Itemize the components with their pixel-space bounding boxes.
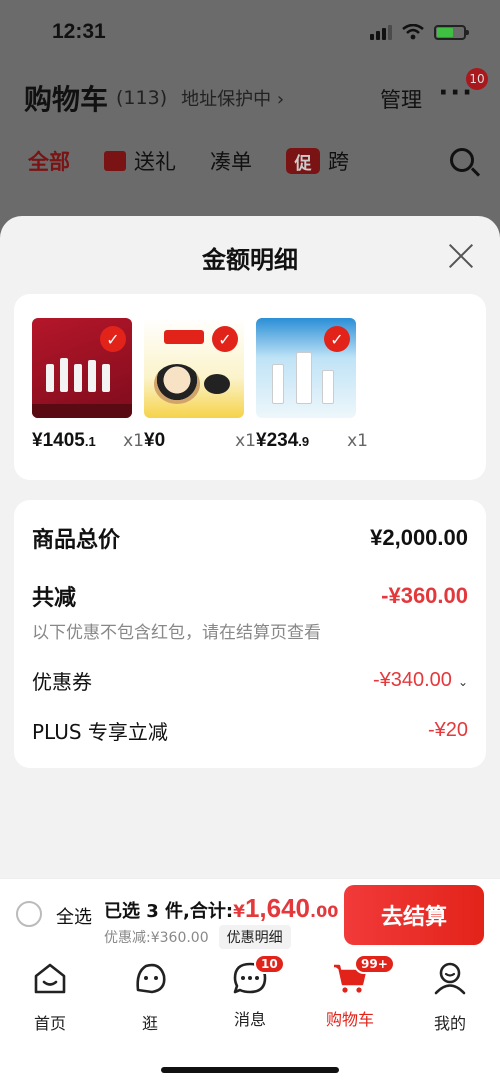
discount-text: 优惠减:¥360.00 [104,930,209,946]
bottom-tab-bar: 首页 逛 10 消息 99+ 购物车 我的 [0,950,500,1083]
wifi-icon [402,24,424,40]
total-reduce-label: 共减 [32,586,77,611]
total-reduce-row: 共减 -¥360.00 [32,580,468,612]
selected-check-icon: ✓ [324,326,350,352]
checkout-bar: 全选 已选 3 件,合计: ¥ 1,640 .00 优惠减:¥360.00 优惠… [0,878,500,950]
total-amount: 1,640 [244,893,311,923]
goods-total-row: 商品总价 ¥2,000.00 [32,522,468,554]
messages-badge: 10 [254,954,285,974]
tab-bundle[interactable]: 凑单 [210,146,252,176]
cart-filter-tabs: 全部 送礼 凑单 促 跨 [0,138,500,184]
select-all-label[interactable]: 全选 [56,903,92,929]
select-all-radio[interactable] [16,901,42,927]
coupon-row[interactable]: 优惠券 -¥340.00 ⌄ [32,666,468,695]
cart-header: 购物车 (113) 地址保护中 › 管理 ··· 10 [0,68,500,126]
status-time: 12:31 [52,20,106,43]
goods-total-value: ¥2,000.00 [370,525,468,550]
price-summary-card: 商品总价 ¥2,000.00 共减 -¥360.00 以下优惠不包含红包，请在结… [14,500,486,768]
total-reduce-value: -¥360.00 [381,583,468,608]
tabbar-messages-label: 消息 [233,1010,266,1029]
tabbar-stroll-label: 逛 [141,1014,158,1033]
product-thumbnail: ✓ [32,318,132,418]
chevron-down-icon[interactable]: ⌄ [458,675,468,689]
tabbar-home-label: 首页 [33,1014,66,1033]
tabbar-profile[interactable]: 我的 [405,960,495,1034]
plus-reduce-value: -¥20 [427,719,468,741]
gift-icon [104,151,126,171]
tabbar-messages[interactable]: 10 消息 [205,954,295,1030]
cart-count: (113) [116,87,168,109]
product-thumbnail: ✓ [256,318,356,418]
tabbar-stroll[interactable]: 逛 [105,960,195,1034]
tab-promo[interactable]: 促 跨 [286,146,349,176]
total-currency: ¥ [233,902,245,922]
manage-button[interactable]: 管理 [380,84,422,114]
tabbar-cart-label: 购物车 [325,1010,374,1029]
discount-detail-button[interactable]: 优惠明细 [218,925,291,949]
product-price: ¥1405.1 [32,430,96,451]
tabbar-profile-label: 我的 [433,1014,466,1033]
product-thumbnail: ✓ [144,318,244,418]
selected-check-icon: ✓ [100,326,126,352]
close-icon[interactable] [448,242,474,268]
tabbar-cart[interactable]: 99+ 购物车 [305,954,395,1030]
product-price: ¥0 [144,430,166,451]
amount-detail-sheet: 金额明细 ✓ ¥1405.1 x1 ✓ ¥0 x1 ✓ ¥234.9 x1 商品… [0,216,500,878]
product-qty: x1 [123,431,144,451]
promo-icon: 促 [286,148,320,174]
product-price: ¥234.9 [256,430,310,451]
coupon-label: 优惠券 [32,670,92,694]
plus-reduce-label: PLUS 专享立减 [32,720,168,744]
address-protect-link[interactable]: 地址保护中 › [181,85,284,111]
status-bar: 12:31 [0,0,500,64]
product-qty: x1 [235,431,256,451]
page-title: 购物车 [24,83,109,116]
signal-icon [370,24,392,40]
selected-check-icon: ✓ [212,326,238,352]
tab-gift-label: 送礼 [134,150,176,174]
products-card: ✓ ¥1405.1 x1 ✓ ¥0 x1 ✓ ¥234.9 x1 [14,294,486,480]
total-decimal: .00 [310,902,339,921]
product-item[interactable]: ✓ ¥0 x1 [144,318,256,452]
stroll-icon [136,963,166,994]
discount-line: 优惠减:¥360.00 优惠明细 [104,925,291,949]
profile-icon [434,962,466,995]
home-indicator [161,1067,339,1073]
tab-all[interactable]: 全部 [28,146,70,176]
coupon-value-wrap: -¥340.00 ⌄ [373,669,468,692]
tab-gift[interactable]: 送礼 [104,146,176,176]
goods-total-label: 商品总价 [32,528,121,553]
sheet-title: 金额明细 [202,246,298,274]
product-item[interactable]: ✓ ¥234.9 x1 [256,318,368,452]
cart-badge: 99+ [354,954,395,974]
discount-note: 以下优惠不包含红包，请在结算页查看 [32,623,321,643]
status-icons [370,24,469,40]
selected-summary: 已选 3 件,合计: ¥ 1,640 .00 [104,893,338,924]
product-qty: x1 [347,431,368,451]
coupon-value: -¥340.00 [372,669,452,691]
tab-promo-label: 跨 [328,150,349,174]
more-badge: 10 [466,68,488,90]
product-item[interactable]: ✓ ¥1405.1 x1 [32,318,144,452]
selected-text: 已选 3 件,合计: [104,901,234,922]
checkout-button[interactable]: 去结算 [344,885,484,945]
plus-reduce-row: PLUS 专享立减 -¥20 [32,716,468,745]
home-icon [34,963,66,994]
search-icon[interactable] [450,148,474,172]
battery-icon [434,24,469,40]
tabbar-home[interactable]: 首页 [5,960,95,1034]
